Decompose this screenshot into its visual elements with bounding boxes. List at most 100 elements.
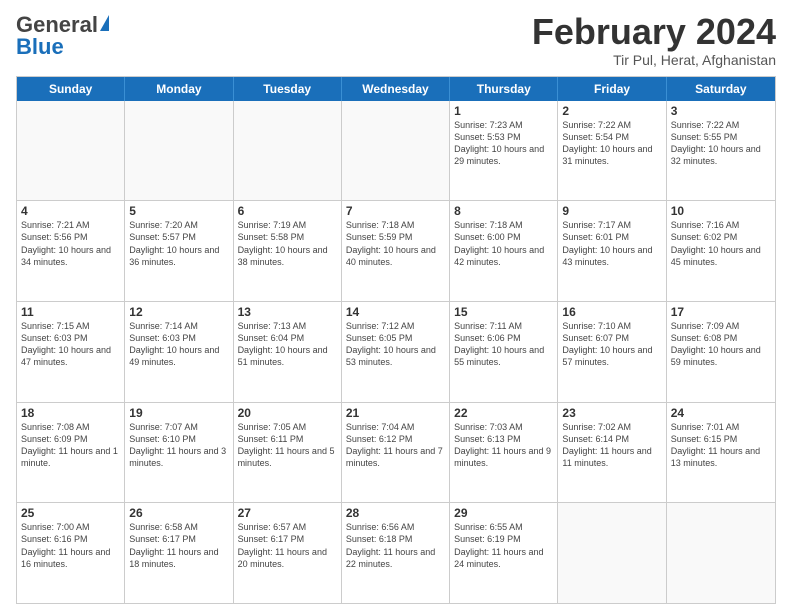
day-info: Sunrise: 7:09 AM Sunset: 6:08 PM Dayligh… [671, 320, 771, 369]
cal-cell-13: 13Sunrise: 7:13 AM Sunset: 6:04 PM Dayli… [234, 302, 342, 402]
day-number: 27 [238, 506, 337, 520]
day-info: Sunrise: 7:15 AM Sunset: 6:03 PM Dayligh… [21, 320, 120, 369]
cal-cell-11: 11Sunrise: 7:15 AM Sunset: 6:03 PM Dayli… [17, 302, 125, 402]
week-row-4: 18Sunrise: 7:08 AM Sunset: 6:09 PM Dayli… [17, 403, 775, 504]
day-header-saturday: Saturday [667, 77, 775, 101]
day-info: Sunrise: 7:22 AM Sunset: 5:54 PM Dayligh… [562, 119, 661, 168]
cal-cell-27: 27Sunrise: 6:57 AM Sunset: 6:17 PM Dayli… [234, 503, 342, 603]
day-number: 11 [21, 305, 120, 319]
cal-cell-empty-0-0 [17, 101, 125, 201]
cal-cell-10: 10Sunrise: 7:16 AM Sunset: 6:02 PM Dayli… [667, 201, 775, 301]
day-number: 12 [129, 305, 228, 319]
day-info: Sunrise: 7:10 AM Sunset: 6:07 PM Dayligh… [562, 320, 661, 369]
cal-cell-28: 28Sunrise: 6:56 AM Sunset: 6:18 PM Dayli… [342, 503, 450, 603]
day-number: 21 [346, 406, 445, 420]
day-number: 25 [21, 506, 120, 520]
day-number: 18 [21, 406, 120, 420]
day-info: Sunrise: 7:19 AM Sunset: 5:58 PM Dayligh… [238, 219, 337, 268]
cal-cell-14: 14Sunrise: 7:12 AM Sunset: 6:05 PM Dayli… [342, 302, 450, 402]
day-info: Sunrise: 7:05 AM Sunset: 6:11 PM Dayligh… [238, 421, 337, 470]
cal-cell-25: 25Sunrise: 7:00 AM Sunset: 6:16 PM Dayli… [17, 503, 125, 603]
week-row-2: 4Sunrise: 7:21 AM Sunset: 5:56 PM Daylig… [17, 201, 775, 302]
day-info: Sunrise: 7:23 AM Sunset: 5:53 PM Dayligh… [454, 119, 553, 168]
cal-cell-16: 16Sunrise: 7:10 AM Sunset: 6:07 PM Dayli… [558, 302, 666, 402]
day-number: 8 [454, 204, 553, 218]
logo-triangle-icon [100, 15, 109, 31]
cal-cell-19: 19Sunrise: 7:07 AM Sunset: 6:10 PM Dayli… [125, 403, 233, 503]
page-header: General Blue February 2024 Tir Pul, Hera… [16, 12, 776, 68]
day-number: 6 [238, 204, 337, 218]
cal-cell-23: 23Sunrise: 7:02 AM Sunset: 6:14 PM Dayli… [558, 403, 666, 503]
day-number: 9 [562, 204, 661, 218]
day-number: 10 [671, 204, 771, 218]
day-info: Sunrise: 6:58 AM Sunset: 6:17 PM Dayligh… [129, 521, 228, 570]
day-number: 3 [671, 104, 771, 118]
day-info: Sunrise: 7:07 AM Sunset: 6:10 PM Dayligh… [129, 421, 228, 470]
day-number: 26 [129, 506, 228, 520]
day-info: Sunrise: 7:03 AM Sunset: 6:13 PM Dayligh… [454, 421, 553, 470]
week-row-1: 1Sunrise: 7:23 AM Sunset: 5:53 PM Daylig… [17, 101, 775, 202]
cal-cell-empty-0-3 [342, 101, 450, 201]
day-info: Sunrise: 7:02 AM Sunset: 6:14 PM Dayligh… [562, 421, 661, 470]
title-block: February 2024 Tir Pul, Herat, Afghanista… [532, 12, 776, 68]
day-info: Sunrise: 7:12 AM Sunset: 6:05 PM Dayligh… [346, 320, 445, 369]
day-info: Sunrise: 7:16 AM Sunset: 6:02 PM Dayligh… [671, 219, 771, 268]
cal-cell-22: 22Sunrise: 7:03 AM Sunset: 6:13 PM Dayli… [450, 403, 558, 503]
day-number: 23 [562, 406, 661, 420]
day-number: 5 [129, 204, 228, 218]
cal-cell-3: 3Sunrise: 7:22 AM Sunset: 5:55 PM Daylig… [667, 101, 775, 201]
cal-cell-4: 4Sunrise: 7:21 AM Sunset: 5:56 PM Daylig… [17, 201, 125, 301]
day-number: 2 [562, 104, 661, 118]
day-number: 16 [562, 305, 661, 319]
week-row-3: 11Sunrise: 7:15 AM Sunset: 6:03 PM Dayli… [17, 302, 775, 403]
logo: General Blue [16, 12, 109, 60]
cal-cell-17: 17Sunrise: 7:09 AM Sunset: 6:08 PM Dayli… [667, 302, 775, 402]
cal-cell-12: 12Sunrise: 7:14 AM Sunset: 6:03 PM Dayli… [125, 302, 233, 402]
cal-cell-empty-4-6 [667, 503, 775, 603]
day-header-sunday: Sunday [17, 77, 125, 101]
day-number: 14 [346, 305, 445, 319]
day-info: Sunrise: 7:18 AM Sunset: 6:00 PM Dayligh… [454, 219, 553, 268]
day-info: Sunrise: 7:11 AM Sunset: 6:06 PM Dayligh… [454, 320, 553, 369]
day-info: Sunrise: 7:13 AM Sunset: 6:04 PM Dayligh… [238, 320, 337, 369]
cal-cell-24: 24Sunrise: 7:01 AM Sunset: 6:15 PM Dayli… [667, 403, 775, 503]
day-number: 7 [346, 204, 445, 218]
cal-cell-20: 20Sunrise: 7:05 AM Sunset: 6:11 PM Dayli… [234, 403, 342, 503]
cal-cell-26: 26Sunrise: 6:58 AM Sunset: 6:17 PM Dayli… [125, 503, 233, 603]
day-number: 4 [21, 204, 120, 218]
day-number: 15 [454, 305, 553, 319]
cal-cell-18: 18Sunrise: 7:08 AM Sunset: 6:09 PM Dayli… [17, 403, 125, 503]
day-number: 22 [454, 406, 553, 420]
cal-cell-6: 6Sunrise: 7:19 AM Sunset: 5:58 PM Daylig… [234, 201, 342, 301]
day-number: 19 [129, 406, 228, 420]
week-row-5: 25Sunrise: 7:00 AM Sunset: 6:16 PM Dayli… [17, 503, 775, 603]
day-info: Sunrise: 7:00 AM Sunset: 6:16 PM Dayligh… [21, 521, 120, 570]
cal-cell-1: 1Sunrise: 7:23 AM Sunset: 5:53 PM Daylig… [450, 101, 558, 201]
day-info: Sunrise: 7:04 AM Sunset: 6:12 PM Dayligh… [346, 421, 445, 470]
calendar-subtitle: Tir Pul, Herat, Afghanistan [532, 52, 776, 68]
day-header-thursday: Thursday [450, 77, 558, 101]
day-info: Sunrise: 7:08 AM Sunset: 6:09 PM Dayligh… [21, 421, 120, 470]
cal-cell-2: 2Sunrise: 7:22 AM Sunset: 5:54 PM Daylig… [558, 101, 666, 201]
day-number: 24 [671, 406, 771, 420]
day-info: Sunrise: 7:22 AM Sunset: 5:55 PM Dayligh… [671, 119, 771, 168]
cal-cell-empty-0-2 [234, 101, 342, 201]
cal-cell-5: 5Sunrise: 7:20 AM Sunset: 5:57 PM Daylig… [125, 201, 233, 301]
day-header-tuesday: Tuesday [234, 77, 342, 101]
day-header-friday: Friday [558, 77, 666, 101]
day-info: Sunrise: 6:56 AM Sunset: 6:18 PM Dayligh… [346, 521, 445, 570]
day-header-monday: Monday [125, 77, 233, 101]
day-header-wednesday: Wednesday [342, 77, 450, 101]
cal-cell-15: 15Sunrise: 7:11 AM Sunset: 6:06 PM Dayli… [450, 302, 558, 402]
day-number: 17 [671, 305, 771, 319]
calendar-header: SundayMondayTuesdayWednesdayThursdayFrid… [17, 77, 775, 101]
day-number: 29 [454, 506, 553, 520]
day-number: 1 [454, 104, 553, 118]
cal-cell-29: 29Sunrise: 6:55 AM Sunset: 6:19 PM Dayli… [450, 503, 558, 603]
cal-cell-21: 21Sunrise: 7:04 AM Sunset: 6:12 PM Dayli… [342, 403, 450, 503]
cal-cell-empty-0-1 [125, 101, 233, 201]
day-number: 28 [346, 506, 445, 520]
day-info: Sunrise: 6:55 AM Sunset: 6:19 PM Dayligh… [454, 521, 553, 570]
day-info: Sunrise: 7:01 AM Sunset: 6:15 PM Dayligh… [671, 421, 771, 470]
calendar-title: February 2024 [532, 12, 776, 52]
